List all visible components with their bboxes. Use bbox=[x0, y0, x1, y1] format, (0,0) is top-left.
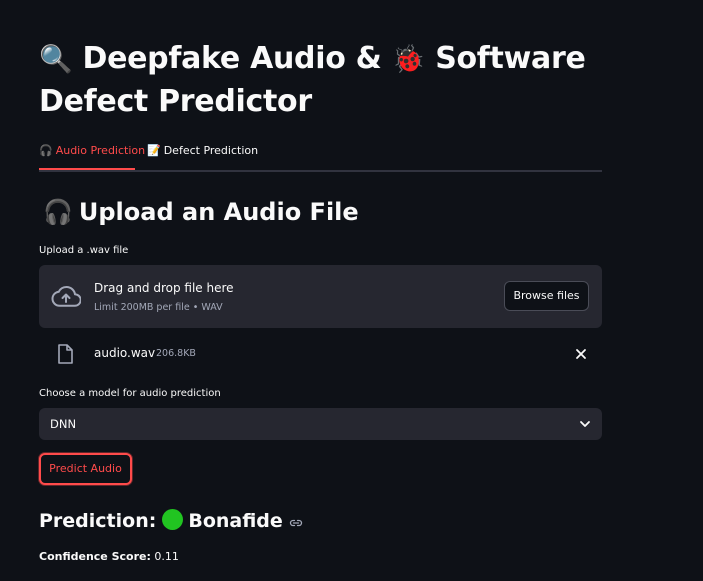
title-text-part1: Deepfake Audio & bbox=[82, 41, 382, 76]
close-icon[interactable] bbox=[573, 346, 589, 362]
anchor-link-icon[interactable] bbox=[289, 518, 303, 528]
confidence-score: Confidence Score: 0.11 bbox=[39, 550, 179, 563]
page-title: 🔍 Deepfake Audio & 🐞 Software Defect Pre… bbox=[39, 38, 639, 123]
predict-audio-button[interactable]: Predict Audio bbox=[39, 453, 132, 485]
tab-defect-prediction[interactable]: 📝 Defect Prediction bbox=[147, 138, 258, 168]
ladybug-icon: 🐞 bbox=[391, 44, 426, 75]
uploaded-file-size: 206.8KB bbox=[156, 348, 196, 359]
title-text-line2: Defect Predictor bbox=[39, 84, 312, 119]
browse-files-button[interactable]: Browse files bbox=[504, 281, 589, 311]
prediction-prefix: Prediction: bbox=[39, 510, 157, 532]
chevron-down-icon bbox=[580, 421, 590, 427]
file-dropzone[interactable]: Drag and drop file here Limit 200MB per … bbox=[39, 265, 602, 328]
app-page: 🔍 Deepfake Audio & 🐞 Software Defect Pre… bbox=[0, 0, 703, 581]
section-heading-text: Upload an Audio File bbox=[78, 198, 359, 226]
confidence-label: Confidence Score: bbox=[39, 550, 151, 563]
headphones-icon: 🎧 bbox=[43, 198, 73, 226]
uploader-label: Upload a .wav file bbox=[39, 245, 129, 256]
uploaded-file-name: audio.wav bbox=[94, 346, 156, 360]
tab-bar: 🎧 Audio Prediction 📝 Defect Prediction bbox=[39, 138, 602, 172]
green-circle-icon bbox=[162, 509, 184, 530]
model-select-label: Choose a model for audio prediction bbox=[39, 388, 221, 399]
model-select[interactable]: DNN bbox=[39, 408, 602, 440]
file-icon bbox=[58, 344, 73, 364]
uploaded-file-row: audio.wav 206.8KB bbox=[39, 340, 602, 368]
tab-label: Audio Prediction bbox=[55, 144, 146, 157]
memo-icon: 📝 bbox=[147, 144, 161, 157]
tab-audio-prediction[interactable]: 🎧 Audio Prediction bbox=[39, 138, 145, 170]
tab-label: Defect Prediction bbox=[163, 144, 259, 157]
headphones-icon: 🎧 bbox=[39, 144, 53, 157]
prediction-value: Bonafide bbox=[188, 510, 283, 532]
cloud-upload-icon bbox=[51, 285, 81, 307]
prediction-result: Prediction: Bonafide bbox=[39, 506, 303, 536]
magnifier-icon: 🔍 bbox=[39, 44, 73, 75]
title-text-part2: Software bbox=[435, 41, 586, 76]
confidence-value: 0.11 bbox=[154, 550, 179, 563]
dropzone-instructions: Drag and drop file here bbox=[94, 281, 234, 295]
dropzone-limit: Limit 200MB per file • WAV bbox=[94, 302, 223, 313]
model-select-value: DNN bbox=[50, 417, 77, 431]
section-heading: 🎧 Upload an Audio File bbox=[43, 194, 359, 230]
